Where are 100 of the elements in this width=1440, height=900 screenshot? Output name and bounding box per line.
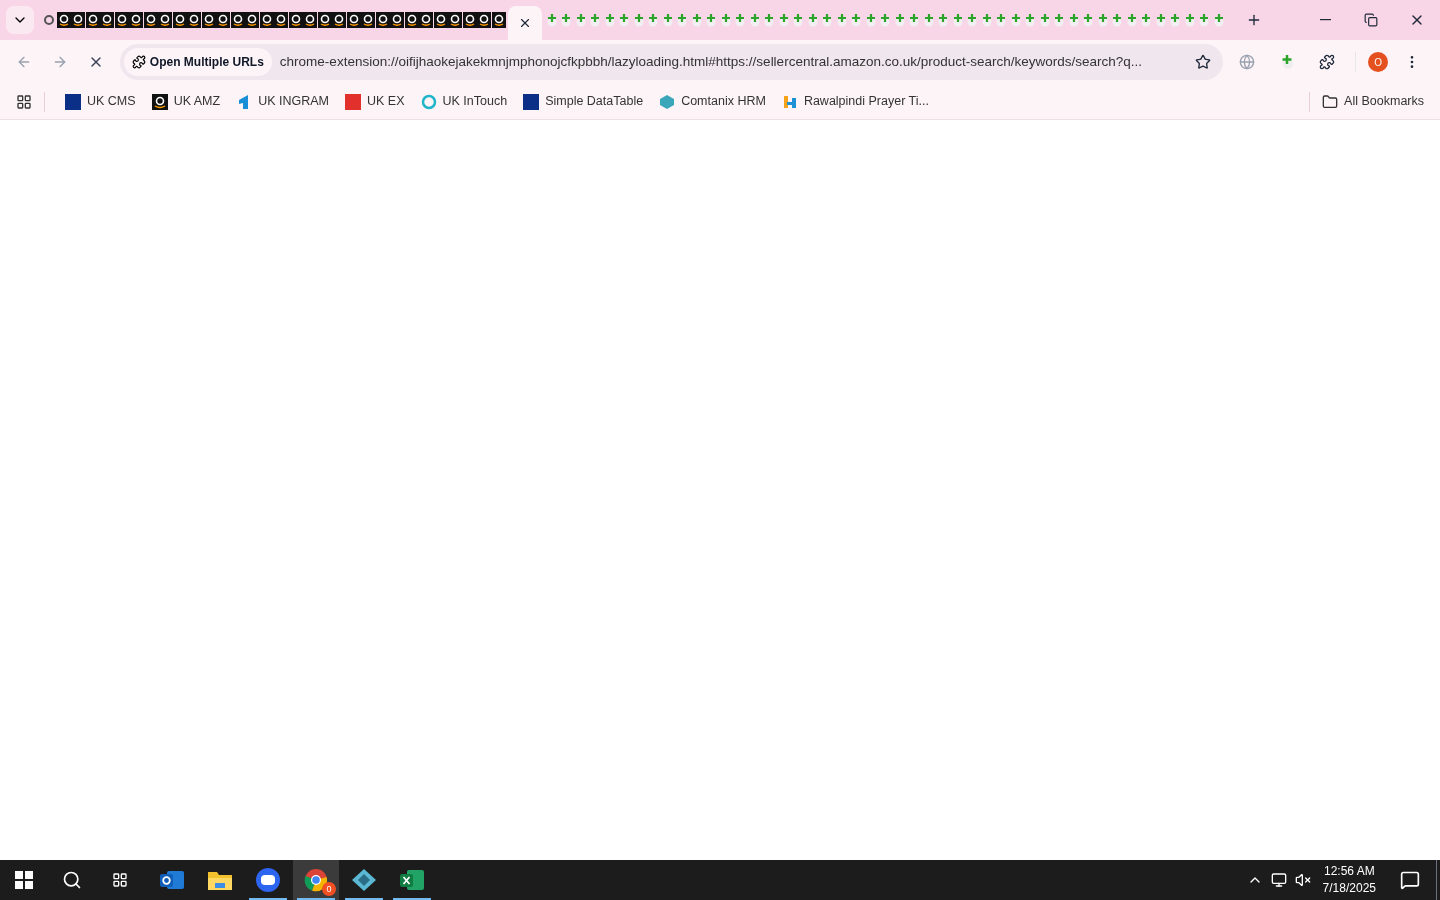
plus-favicon-icon[interactable] bbox=[835, 13, 848, 27]
amazon-favicon-icon[interactable] bbox=[274, 12, 288, 28]
all-bookmarks-button[interactable]: All Bookmarks bbox=[1322, 87, 1424, 116]
amazon-favicon-icon[interactable] bbox=[245, 12, 259, 28]
apps-grid-icon[interactable] bbox=[16, 93, 32, 110]
amazon-favicon-icon[interactable] bbox=[361, 12, 375, 28]
amazon-favicon-icon[interactable] bbox=[114, 12, 129, 28]
plus-favicon-icon[interactable] bbox=[937, 13, 949, 27]
amazon-favicon-icon[interactable] bbox=[390, 12, 404, 28]
plus-favicon-icon[interactable] bbox=[1125, 13, 1138, 27]
plus-favicon-icon[interactable] bbox=[705, 13, 717, 27]
amazon-favicon-icon[interactable] bbox=[303, 12, 317, 28]
amazon-favicon-icon[interactable] bbox=[56, 12, 71, 28]
amazon-favicon-icon[interactable] bbox=[71, 12, 85, 28]
amazon-favicon-icon[interactable] bbox=[332, 12, 346, 28]
bookmark-item[interactable]: Simple DataTable bbox=[515, 87, 652, 116]
site-chip[interactable]: Open Multiple URLs bbox=[123, 48, 272, 76]
amazon-favicon-icon[interactable] bbox=[419, 12, 433, 28]
plus-favicon-icon[interactable] bbox=[922, 13, 935, 27]
plus-favicon-icon[interactable] bbox=[777, 13, 790, 27]
amazon-favicon-icon[interactable] bbox=[85, 12, 100, 28]
amazon-favicon-icon[interactable] bbox=[288, 12, 303, 28]
plus-favicon-icon[interactable] bbox=[1038, 13, 1051, 27]
plus-favicon-icon[interactable] bbox=[908, 13, 920, 27]
plus-favicon-icon[interactable] bbox=[995, 13, 1007, 27]
amazon-favicon-icon[interactable] bbox=[317, 12, 332, 28]
amazon-favicon-icon[interactable] bbox=[259, 12, 274, 28]
plus-favicon-icon[interactable] bbox=[821, 13, 833, 27]
plus-favicon-icon[interactable] bbox=[966, 13, 978, 27]
tab-search-button[interactable] bbox=[6, 6, 34, 34]
plus-favicon-icon[interactable] bbox=[1096, 13, 1109, 27]
plus-favicon-icon[interactable] bbox=[1154, 13, 1167, 27]
extensions-icon[interactable] bbox=[1319, 54, 1336, 70]
amazon-favicon-icon[interactable] bbox=[404, 12, 419, 28]
plus-favicon-icon[interactable] bbox=[748, 13, 761, 27]
amazon-favicon-icon[interactable] bbox=[100, 12, 114, 28]
plus-favicon-icon[interactable] bbox=[1067, 13, 1080, 27]
plus-favicon-icon[interactable] bbox=[1024, 13, 1036, 27]
amazon-favicon-icon[interactable] bbox=[158, 12, 172, 28]
bookmark-item[interactable]: UK CMS bbox=[57, 87, 144, 116]
plus-favicon-icon[interactable] bbox=[618, 13, 630, 27]
plus-favicon-icon[interactable] bbox=[560, 13, 572, 27]
plus-favicon-icon[interactable] bbox=[879, 13, 891, 27]
notification-icon[interactable] bbox=[1400, 870, 1420, 890]
taskbar-app[interactable]: 0 bbox=[293, 860, 339, 900]
amazon-favicon-icon[interactable] bbox=[230, 12, 245, 28]
plus-favicon-icon[interactable] bbox=[864, 13, 877, 27]
amazon-favicon-icon[interactable] bbox=[491, 12, 506, 28]
plus-favicon-icon[interactable] bbox=[1198, 13, 1210, 27]
plus-favicon-icon[interactable] bbox=[719, 13, 732, 27]
plus-favicon-icon[interactable] bbox=[806, 13, 819, 27]
amazon-favicon-icon[interactable] bbox=[375, 12, 390, 28]
bookmark-item[interactable]: Comtanix HRM bbox=[651, 87, 774, 116]
amazon-favicon-icon[interactable] bbox=[201, 12, 216, 28]
plus-favicon-icon[interactable] bbox=[1140, 13, 1152, 27]
bookmark-item[interactable]: Rawalpindi Prayer Ti... bbox=[773, 87, 937, 116]
muted-speaker-icon[interactable] bbox=[1294, 872, 1311, 888]
plus-favicon-icon[interactable] bbox=[763, 13, 775, 27]
plus-favicon-icon[interactable] bbox=[1082, 13, 1094, 27]
plus-favicon-icon[interactable] bbox=[690, 13, 703, 27]
amazon-favicon-icon[interactable] bbox=[477, 12, 491, 28]
amazon-favicon-icon[interactable] bbox=[346, 12, 361, 28]
plus-favicon-icon[interactable] bbox=[951, 13, 964, 27]
bookmark-item[interactable]: UK InTouch bbox=[412, 87, 516, 116]
network-icon[interactable] bbox=[1270, 872, 1287, 888]
plus-favicon-icon[interactable] bbox=[792, 13, 804, 27]
plus-favicon-icon[interactable] bbox=[589, 13, 601, 27]
globe-icon[interactable] bbox=[1239, 54, 1256, 70]
plus-favicon-icon[interactable] bbox=[980, 13, 993, 27]
amazon-favicon-icon[interactable] bbox=[129, 12, 143, 28]
plus-favicon-icon[interactable] bbox=[661, 13, 674, 27]
amazon-favicon-icon[interactable] bbox=[448, 12, 462, 28]
plus-favicon-icon[interactable] bbox=[1111, 13, 1123, 27]
plus-favicon-icon[interactable] bbox=[647, 13, 659, 27]
profile-avatar[interactable]: O bbox=[1368, 52, 1388, 72]
bookmark-star-icon[interactable] bbox=[1195, 54, 1212, 70]
bookmark-item[interactable]: UK EX bbox=[337, 87, 413, 116]
plus-favicon-icon[interactable] bbox=[1212, 13, 1225, 27]
amazon-favicon-icon[interactable] bbox=[433, 12, 448, 28]
plus-favicon-icon[interactable] bbox=[850, 13, 862, 27]
clock[interactable]: 12:56 AM 7/18/2025 bbox=[1314, 863, 1384, 897]
plus-favicon-icon[interactable] bbox=[893, 13, 906, 27]
plus-favicon-icon[interactable] bbox=[574, 13, 587, 27]
circle-favicon-icon[interactable] bbox=[44, 14, 54, 26]
plus-favicon-icon[interactable] bbox=[1009, 13, 1022, 27]
plus-favicon-icon[interactable] bbox=[676, 13, 688, 27]
plus-favicon-icon[interactable] bbox=[603, 13, 616, 27]
amazon-favicon-icon[interactable] bbox=[187, 12, 201, 28]
plus-favicon-icon[interactable] bbox=[1169, 13, 1181, 27]
plus-favicon-icon[interactable] bbox=[734, 13, 746, 27]
address-bar[interactable]: Open Multiple URLs chrome-extension://oifijhaokejakekmnjmphonojcfkpbbh/lazyloading.html#https://sellercentral.amazon.co.uk/product-search/keywords/search?q... bbox=[119, 44, 1224, 80]
plus-favicon-icon[interactable] bbox=[1183, 13, 1196, 27]
amazon-favicon-icon[interactable] bbox=[172, 12, 187, 28]
plus-favicon-icon[interactable] bbox=[632, 13, 645, 27]
amazon-favicon-icon[interactable] bbox=[143, 12, 158, 28]
close-icon[interactable] bbox=[518, 16, 532, 30]
plus-favicon-icon[interactable] bbox=[545, 13, 558, 27]
amazon-favicon-icon[interactable] bbox=[462, 12, 477, 28]
plus-favicon-icon[interactable] bbox=[1053, 13, 1065, 27]
amazon-favicon-icon[interactable] bbox=[216, 12, 230, 28]
